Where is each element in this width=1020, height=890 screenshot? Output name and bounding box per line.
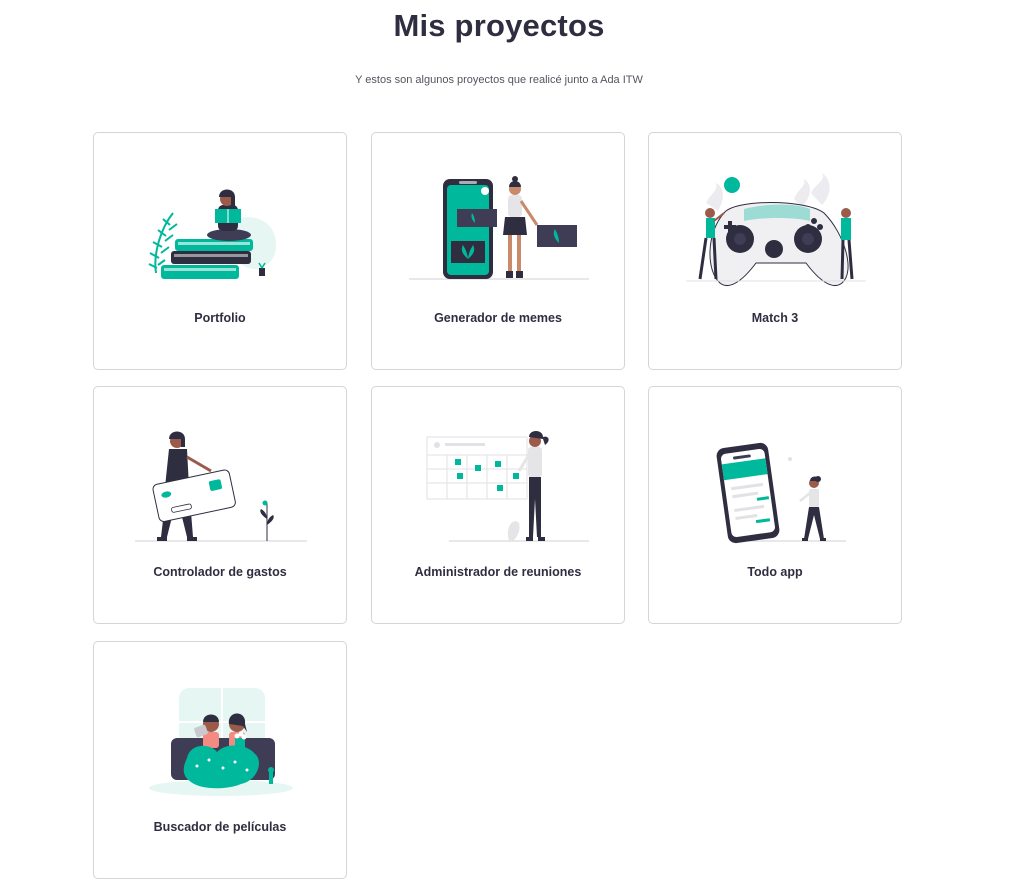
project-card-portfolio[interactable]: Portfolio xyxy=(93,132,347,370)
game-controller-illustration xyxy=(686,173,866,286)
woman-credit-card-illustration xyxy=(135,431,307,542)
project-card-match-3[interactable]: Match 3 xyxy=(648,132,902,370)
women-couch-popcorn-illustration xyxy=(149,688,293,796)
project-card-label: Portfolio xyxy=(194,311,246,325)
project-card-label: Administrador de reuniones xyxy=(414,565,582,579)
project-card-label: Buscador de películas xyxy=(153,820,287,834)
project-card-label: Todo app xyxy=(747,565,803,579)
project-card-label: Controlador de gastos xyxy=(153,565,287,579)
woman-phone-images-illustration xyxy=(409,176,589,280)
project-card-buscador-de-peliculas[interactable]: Buscador de películas xyxy=(93,641,347,879)
projects-section: Mis proyectos Y estos son algunos proyec… xyxy=(0,0,1020,890)
woman-calendar-illustration xyxy=(426,431,589,542)
project-card-label: Generador de memes xyxy=(434,311,562,325)
project-card-todo-app[interactable]: Todo app xyxy=(648,386,902,624)
project-card-controlador-de-gastos[interactable]: Controlador de gastos xyxy=(93,386,347,624)
project-card-generador-de-memes[interactable]: Generador de memes xyxy=(371,132,625,370)
woman-phone-list-illustration xyxy=(716,442,846,544)
page-subtitle: Y estos son algunos proyectos que realic… xyxy=(355,74,643,86)
project-card-label: Match 3 xyxy=(751,311,799,325)
page-title: Mis proyectos xyxy=(393,8,605,43)
woman-reading-books-illustration xyxy=(148,189,277,279)
project-card-administrador-de-reuniones[interactable]: Administrador de reuniones xyxy=(371,386,625,624)
